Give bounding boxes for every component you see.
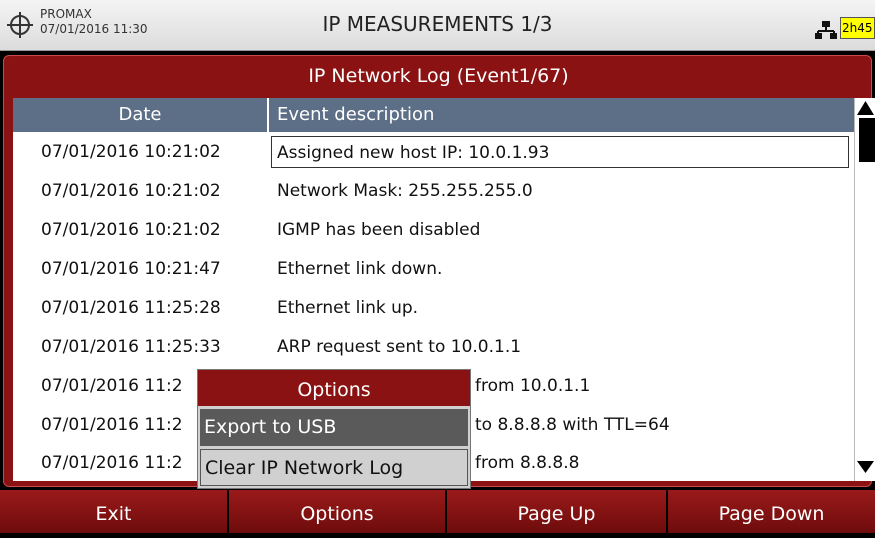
table-row[interactable]: 07/01/2016 11:25:28 Ethernet link up. <box>13 289 854 327</box>
network-icon <box>815 21 837 39</box>
row-description: from 10.0.1.1 <box>475 376 591 396</box>
row-description: to 8.8.8.8 with TTL=64 <box>475 415 670 435</box>
row-description: from 8.8.8.8 <box>475 453 580 473</box>
row-description: Ethernet link up. <box>277 298 419 318</box>
exit-button[interactable]: Exit <box>0 490 229 533</box>
row-description: IGMP has been disabled <box>277 220 481 240</box>
row-date: 07/01/2016 11:25:28 <box>41 298 221 318</box>
table-header: Date Event description <box>13 98 854 133</box>
battery-indicator: 2h45 <box>840 17 875 39</box>
row-date: 07/01/2016 10:21:02 <box>41 142 221 162</box>
row-date: 07/01/2016 11:25:33 <box>41 337 221 357</box>
table-row[interactable]: 07/01/2016 10:21:02 IGMP has been disabl… <box>13 211 854 249</box>
options-button[interactable]: Options <box>229 490 447 533</box>
row-date: 07/01/2016 10:21:47 <box>41 259 221 279</box>
row-date: 07/01/2016 10:21:02 <box>41 181 221 201</box>
scroll-up-arrow-icon[interactable] <box>855 100 875 116</box>
clear-log-option[interactable]: Clear IP Network Log <box>200 449 468 486</box>
table-row[interactable]: 07/01/2016 10:21:02 Assigned new host IP… <box>13 133 854 171</box>
row-description: Network Mask: 255.255.255.0 <box>277 181 533 201</box>
row-date: 07/01/2016 11:2 <box>41 376 183 396</box>
export-to-usb-option[interactable]: Export to USB <box>200 409 468 446</box>
row-date: 07/01/2016 10:21:02 <box>41 220 221 240</box>
row-description: Ethernet link down. <box>277 259 443 279</box>
status-bar: PROMAX 07/01/2016 11:30 IP MEASUREMENTS … <box>0 0 875 51</box>
row-date: 07/01/2016 11:2 <box>41 453 183 473</box>
table-row[interactable]: 07/01/2016 10:21:47 Ethernet link down. <box>13 250 854 288</box>
column-header-date: Date <box>13 98 269 132</box>
screen-title: IP MEASUREMENTS 1/3 <box>322 12 553 36</box>
page-down-button[interactable]: Page Down <box>668 490 875 533</box>
column-header-description: Event description <box>277 104 435 125</box>
table-row[interactable]: 07/01/2016 11:25:33 ARP request sent to … <box>13 328 854 366</box>
row-date: 07/01/2016 11:2 <box>41 415 183 435</box>
options-popup: Options Export to USB Clear IP Network L… <box>197 369 471 489</box>
page-up-button[interactable]: Page Up <box>447 490 668 533</box>
scroll-thumb[interactable] <box>859 118 875 162</box>
panel-title: IP Network Log (Event1/67) <box>308 65 569 87</box>
softkey-bar: Exit Options Page Up Page Down <box>0 490 875 533</box>
row-description: ARP request sent to 10.0.1.1 <box>277 337 522 357</box>
table-row[interactable]: 07/01/2016 10:21:02 Network Mask: 255.25… <box>13 172 854 210</box>
scroll-down-arrow-icon[interactable] <box>855 460 875 474</box>
popup-title: Options <box>198 370 470 406</box>
vertical-scrollbar[interactable] <box>854 98 875 481</box>
row-description: Assigned new host IP: 10.0.1.93 <box>271 136 849 168</box>
